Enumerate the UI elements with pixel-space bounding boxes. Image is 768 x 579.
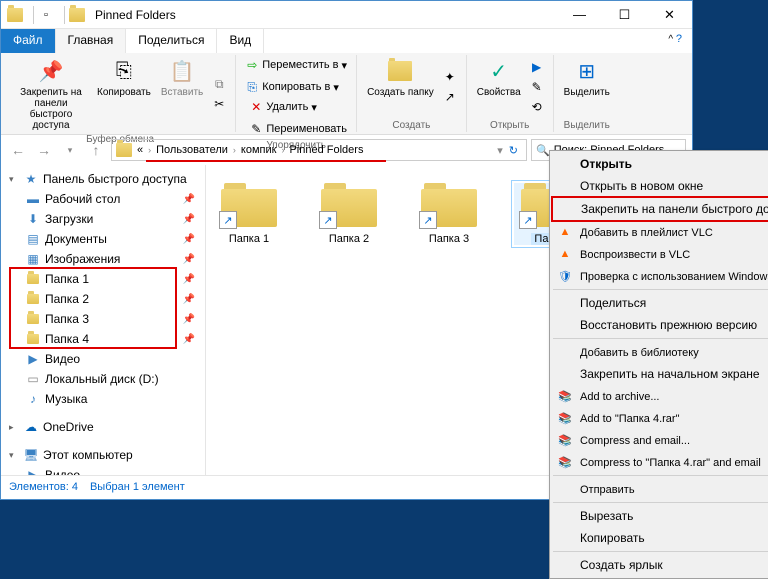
ctx-defender-scan[interactable]: 🛡Проверка с использованием Windows Defe <box>552 265 768 287</box>
folder-icon <box>116 143 132 157</box>
paste-button[interactable]: 📋 Вставить <box>157 55 207 133</box>
ctx-add-library[interactable]: Добавить в библиотеку▶ <box>552 341 768 363</box>
shortcut-icon: ↗ <box>219 211 237 229</box>
sidebar-documents[interactable]: ▤Документы📌 <box>1 229 205 249</box>
shortcut-icon: ↗ <box>319 211 337 229</box>
new-item-button[interactable]: ✦ <box>440 67 460 87</box>
window-title: Pinned Folders <box>95 8 557 22</box>
tab-file[interactable]: Файл <box>1 29 56 53</box>
select-button[interactable]: ⊞ Выделить <box>560 55 614 119</box>
ctx-open[interactable]: Открыть <box>552 153 768 175</box>
winrar-icon: 📚 <box>557 410 573 426</box>
ctx-compress-rar-email[interactable]: 📚Compress to "Папка 4.rar" and email <box>552 451 768 473</box>
folder-icon <box>7 7 23 23</box>
ctx-cut[interactable]: Вырезать <box>552 505 768 527</box>
titlebar: ▫ Pinned Folders — ☐ ✕ <box>1 1 692 29</box>
scissors-icon: ✂ <box>212 97 226 111</box>
tab-view[interactable]: Вид <box>217 29 264 53</box>
ctx-copy[interactable]: Копировать <box>552 527 768 549</box>
ctx-pin-quickaccess[interactable]: Закрепить на панели быстрого доступа <box>551 196 768 222</box>
copy-button[interactable]: ⎘ Копировать <box>93 55 155 133</box>
shortcut-icon: ↗ <box>419 211 437 229</box>
easy-access-button[interactable]: ↗ <box>440 87 460 107</box>
sidebar-thispc[interactable]: ▾🖥Этот компьютер <box>1 445 205 465</box>
maximize-button[interactable]: ☐ <box>602 1 647 29</box>
breadcrumb-users[interactable]: Пользователи <box>153 144 231 156</box>
address-bar[interactable]: «› Пользователи› компик› Pinned Folders … <box>111 139 527 161</box>
tab-home[interactable]: Главная <box>56 29 127 53</box>
vlc-icon: ▲ <box>557 224 573 240</box>
paste-icon: 📋 <box>168 57 196 85</box>
edit-button[interactable]: ✎ <box>527 77 547 97</box>
ctx-share[interactable]: Поделиться <box>552 292 768 314</box>
pin-quickaccess-button[interactable]: 📌 Закрепить на панели быстрого доступа <box>11 55 91 133</box>
sidebar-video2[interactable]: ▶Видео <box>1 465 205 475</box>
copy-path-button[interactable]: ⧉ <box>209 74 229 94</box>
minimize-button[interactable]: — <box>557 1 602 29</box>
copy-icon: ⎘ <box>110 57 138 85</box>
qat-properties-icon[interactable]: ▫ <box>38 7 54 23</box>
sidebar-diskd[interactable]: ▭Локальный диск (D:) <box>1 369 205 389</box>
winrar-icon: 📚 <box>557 388 573 404</box>
refresh-icon[interactable]: ↻ <box>509 144 518 157</box>
highlight-pinned-folders <box>9 267 177 349</box>
sidebar-downloads[interactable]: ⬇Загрузки📌 <box>1 209 205 229</box>
rename-button[interactable]: ✎Переименовать <box>246 119 350 139</box>
navigation-pane: ▾★Панель быстрого доступа ▬Рабочий стол📌… <box>1 165 206 475</box>
properties-icon: ✓ <box>485 57 513 85</box>
new-folder-icon <box>386 57 414 85</box>
history-dropdown[interactable]: ▾ <box>59 139 81 161</box>
move-to-button[interactable]: ⇨Переместить в ▾ <box>242 55 350 75</box>
copy-to-button[interactable]: ⎘Копировать в ▾ <box>242 77 350 97</box>
vlc-icon: ▲ <box>557 246 573 262</box>
ctx-compress-email[interactable]: 📚Compress and email... <box>552 429 768 451</box>
sidebar-video[interactable]: ▶Видео <box>1 349 205 369</box>
pin-icon: 📌 <box>37 57 65 85</box>
ctx-add-archive[interactable]: 📚Add to archive... <box>552 385 768 407</box>
breadcrumb-user[interactable]: компик <box>238 144 280 156</box>
sidebar-desktop[interactable]: ▬Рабочий стол📌 <box>1 189 205 209</box>
ctx-send-to[interactable]: Отправить▶ <box>552 478 768 500</box>
ctx-open-new-window[interactable]: Открыть в новом окне <box>552 175 768 197</box>
tab-share[interactable]: Поделиться <box>126 29 217 53</box>
history-button[interactable]: ⟲ <box>527 97 547 117</box>
folder-3[interactable]: ↗ Папка 3 <box>414 183 484 245</box>
sidebar-onedrive[interactable]: ▸☁OneDrive <box>1 417 205 437</box>
sidebar-pictures[interactable]: ▦Изображения📌 <box>1 249 205 269</box>
folder-2[interactable]: ↗ Папка 2 <box>314 183 384 245</box>
open-button[interactable]: ▶ <box>527 57 547 77</box>
up-button[interactable]: ↑ <box>85 139 107 161</box>
search-icon: 🔍 <box>536 144 550 157</box>
context-menu: Открыть Открыть в новом окне Закрепить н… <box>549 150 768 579</box>
back-button[interactable]: ← <box>7 139 29 161</box>
ctx-add-rar[interactable]: 📚Add to "Папка 4.rar" <box>552 407 768 429</box>
ctx-vlc-playlist[interactable]: ▲Добавить в плейлист VLC <box>552 221 768 243</box>
ctx-vlc-play[interactable]: ▲Воспроизвести в VLC <box>552 243 768 265</box>
new-folder-button[interactable]: Создать папку <box>363 55 438 119</box>
shortcut-icon: ↗ <box>519 211 537 229</box>
qat-folder-icon[interactable] <box>69 7 85 23</box>
winrar-icon: 📚 <box>557 454 573 470</box>
sidebar-quickaccess[interactable]: ▾★Панель быстрого доступа <box>1 169 205 189</box>
delete-button[interactable]: ✕Удалить ▾ <box>246 97 350 117</box>
ctx-pin-start[interactable]: Закрепить на начальном экране <box>552 363 768 385</box>
breadcrumb-current[interactable]: Pinned Folders <box>286 144 366 156</box>
ribbon: 📌 Закрепить на панели быстрого доступа ⎘… <box>1 53 692 135</box>
ribbon-toggle[interactable]: ^ ? <box>658 29 692 53</box>
shield-icon: 🛡 <box>557 268 573 284</box>
status-count: Элементов: 4 <box>9 481 78 493</box>
folder-1[interactable]: ↗ Папка 1 <box>214 183 284 245</box>
properties-button[interactable]: ✓ Свойства <box>473 55 525 119</box>
ctx-restore[interactable]: Восстановить прежнюю версию <box>552 314 768 336</box>
select-all-icon: ⊞ <box>573 57 601 85</box>
close-button[interactable]: ✕ <box>647 1 692 29</box>
winrar-icon: 📚 <box>557 432 573 448</box>
sidebar-music[interactable]: ♪Музыка <box>1 389 205 409</box>
dropdown-icon[interactable]: ▾ <box>497 144 503 157</box>
ctx-create-shortcut[interactable]: Создать ярлык <box>552 554 768 576</box>
cut-button[interactable]: ✂ <box>209 94 229 114</box>
forward-button[interactable]: → <box>33 139 55 161</box>
ribbon-tabs: Файл Главная Поделиться Вид ^ ? <box>1 29 692 53</box>
status-selected: Выбран 1 элемент <box>90 481 185 493</box>
